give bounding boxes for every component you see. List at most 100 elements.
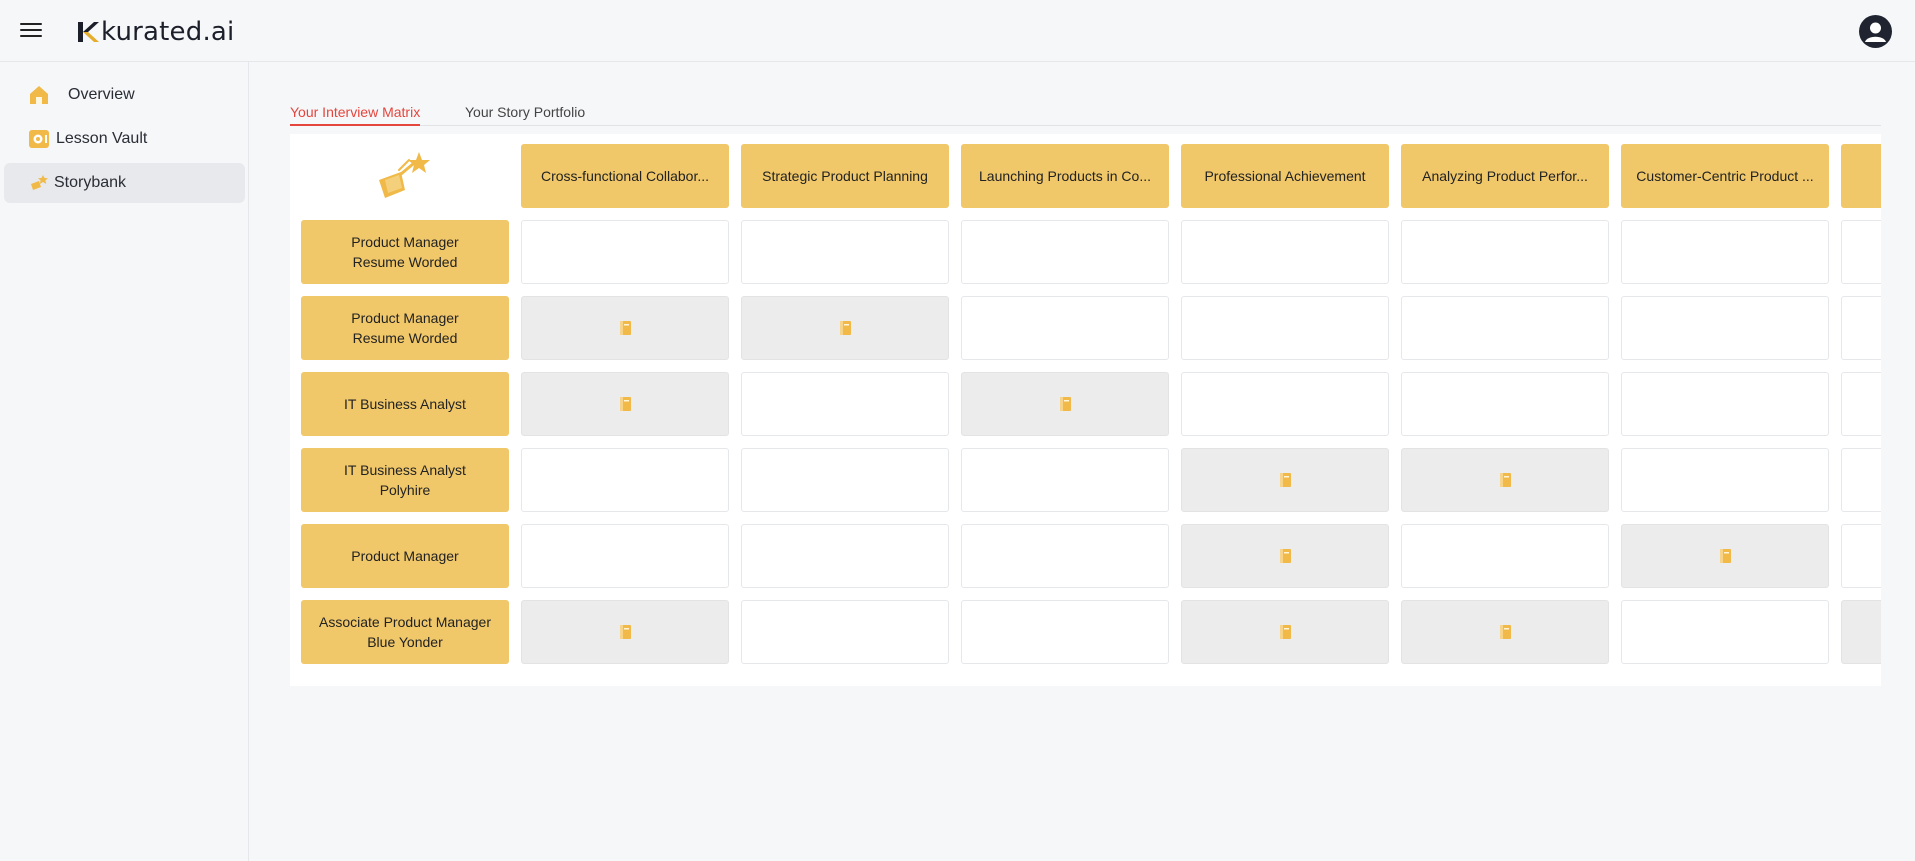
matrix-cell-empty[interactable]	[741, 600, 949, 664]
row-header-label: IT Business Analyst Polyhire	[344, 460, 466, 500]
column-header[interactable]: Launching Products in Co...	[961, 144, 1169, 208]
matrix-cell-empty[interactable]	[1621, 448, 1829, 512]
sidebar-item-overview[interactable]: Overview	[4, 75, 245, 115]
vault-icon	[26, 126, 52, 152]
matrix-cell-empty[interactable]	[1841, 296, 1881, 360]
hamburger-menu-icon[interactable]	[20, 20, 42, 42]
sidebar-item-storybank[interactable]: Storybank	[4, 163, 245, 203]
row-subtitle: Blue Yonder	[367, 634, 443, 650]
tab-story-portfolio[interactable]: Your Story Portfolio	[465, 104, 585, 124]
story-document-icon	[1499, 625, 1511, 639]
matrix-cell-with-story[interactable]	[1181, 448, 1389, 512]
kurated-logo-icon	[78, 22, 99, 42]
matrix-cell-empty[interactable]	[1181, 296, 1389, 360]
matrix-cell-with-story[interactable]	[741, 296, 949, 360]
story-document-icon	[619, 397, 631, 411]
story-document-icon	[1719, 549, 1731, 563]
matrix-cell-empty[interactable]	[1181, 372, 1389, 436]
column-header[interactable]: Strategic Product Planning	[741, 144, 949, 208]
matrix-cell-with-story[interactable]	[1841, 600, 1881, 664]
matrix-cell-with-story[interactable]	[1621, 524, 1829, 588]
storybank-corner-icon	[301, 144, 509, 208]
sidebar: Overview Lesson Vault Storybank	[0, 62, 249, 861]
matrix-cell-with-story[interactable]	[521, 296, 729, 360]
matrix-cell-empty[interactable]	[1621, 372, 1829, 436]
matrix-cell-empty[interactable]	[961, 220, 1169, 284]
row-subtitle: Resume Worded	[352, 330, 458, 346]
row-header-label: Product Manager Resume Worded	[351, 232, 458, 272]
column-header-label: Customer-Centric Product ...	[1636, 168, 1814, 184]
story-document-icon	[619, 625, 631, 639]
matrix-cell-empty[interactable]	[1621, 220, 1829, 284]
story-document-icon	[1279, 625, 1291, 639]
column-header-label: Analyzing Product Perfor...	[1422, 168, 1588, 184]
matrix-cell-empty[interactable]	[1621, 600, 1829, 664]
matrix-cell-empty[interactable]	[961, 524, 1169, 588]
matrix-cell-empty[interactable]	[1401, 524, 1609, 588]
story-document-icon	[1059, 397, 1071, 411]
matrix-cell-with-story[interactable]	[961, 372, 1169, 436]
column-header[interactable]: Professional Achievement	[1181, 144, 1389, 208]
row-header[interactable]: IT Business Analyst Polyhire	[301, 448, 509, 512]
sidebar-item-label: Storybank	[54, 174, 127, 191]
matrix-cell-empty[interactable]	[1621, 296, 1829, 360]
row-title: Associate Product Manager	[319, 614, 491, 630]
column-header[interactable]: Analyzing Product Perfor...	[1401, 144, 1609, 208]
column-header-label: Strategic Product Planning	[762, 168, 928, 184]
row-header-label: Product Manager Resume Worded	[351, 308, 458, 348]
user-avatar-icon[interactable]	[1859, 15, 1892, 48]
row-header[interactable]: IT Business Analyst	[301, 372, 509, 436]
matrix-cell-empty[interactable]	[961, 296, 1169, 360]
row-header[interactable]: Associate Product Manager Blue Yonder	[301, 600, 509, 664]
matrix-cell-with-story[interactable]	[1181, 524, 1389, 588]
story-document-icon	[839, 321, 851, 335]
matrix-cell-with-story[interactable]	[521, 600, 729, 664]
matrix-cell-empty[interactable]	[741, 524, 949, 588]
sidebar-item-lesson-vault[interactable]: Lesson Vault	[4, 119, 245, 159]
column-header[interactable]: Itera	[1841, 144, 1881, 208]
matrix-cell-empty[interactable]	[521, 448, 729, 512]
row-header-label: IT Business Analyst	[344, 394, 466, 414]
row-subtitle: Resume Worded	[352, 254, 458, 270]
matrix-cell-empty[interactable]	[1401, 296, 1609, 360]
logo[interactable]: kurated.ai	[77, 14, 234, 50]
tab-interview-matrix[interactable]: Your Interview Matrix	[290, 104, 421, 126]
row-header[interactable]: Product Manager Resume Worded	[301, 220, 509, 284]
matrix-cell-with-story[interactable]	[1401, 448, 1609, 512]
matrix-cell-with-story[interactable]	[1181, 600, 1389, 664]
interview-matrix: Cross-functional Collabor... Strategic Pr…	[290, 134, 1881, 686]
column-header-label: Cross-functional Collabor...	[540, 168, 710, 184]
story-document-icon	[1499, 473, 1511, 487]
row-title: Product Manager	[351, 548, 459, 564]
story-document-icon	[619, 321, 631, 335]
matrix-cell-empty[interactable]	[1181, 220, 1389, 284]
matrix-cell-empty[interactable]	[741, 372, 949, 436]
matrix-cell-empty[interactable]	[1401, 220, 1609, 284]
sidebar-item-label: Overview	[68, 86, 135, 103]
row-header[interactable]: Product Manager	[301, 524, 509, 588]
matrix-cell-empty[interactable]	[961, 600, 1169, 664]
matrix-cell-with-story[interactable]	[1401, 600, 1609, 664]
home-icon	[26, 82, 52, 108]
row-header-label: Associate Product Manager Blue Yonder	[319, 612, 491, 652]
matrix-cell-empty[interactable]	[1841, 448, 1881, 512]
story-document-icon	[1279, 473, 1291, 487]
column-header[interactable]: Cross-functional Collabor...	[521, 144, 729, 208]
row-header-label: Product Manager	[351, 546, 458, 566]
matrix-cell-empty[interactable]	[741, 220, 949, 284]
matrix-cell-empty[interactable]	[1841, 220, 1881, 284]
column-header[interactable]: Customer-Centric Product ...	[1621, 144, 1829, 208]
matrix-cell-empty[interactable]	[521, 220, 729, 284]
row-title: IT Business Analyst	[344, 396, 466, 412]
row-subtitle: Polyhire	[379, 482, 431, 498]
row-title: Product Manager	[351, 310, 459, 326]
matrix-cell-empty[interactable]	[1841, 524, 1881, 588]
matrix-cell-with-story[interactable]	[521, 372, 729, 436]
matrix-cell-empty[interactable]	[521, 524, 729, 588]
matrix-cell-empty[interactable]	[1401, 372, 1609, 436]
row-header[interactable]: Product Manager Resume Worded	[301, 296, 509, 360]
matrix-cell-empty[interactable]	[741, 448, 949, 512]
matrix-cell-empty[interactable]	[1841, 372, 1881, 436]
matrix-cell-empty[interactable]	[961, 448, 1169, 512]
sidebar-item-label: Lesson Vault	[56, 130, 148, 147]
